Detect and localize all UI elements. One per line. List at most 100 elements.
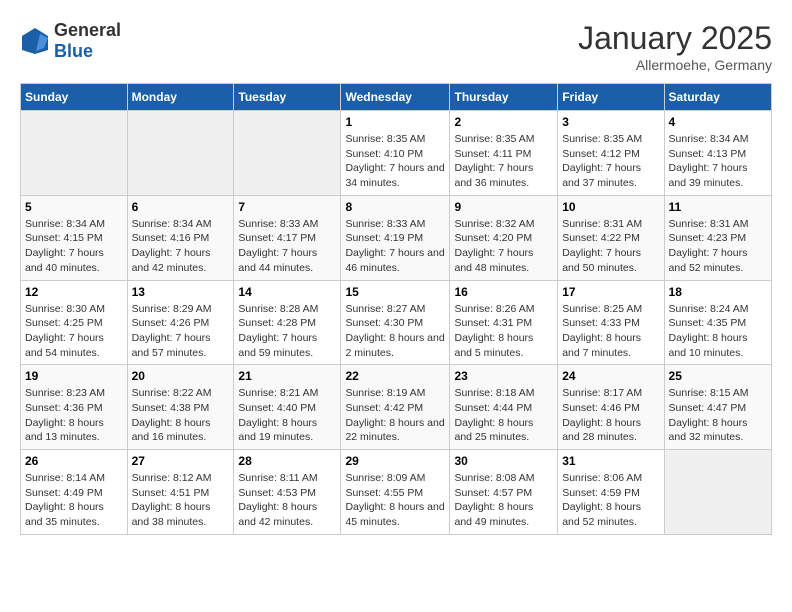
day-number: 2 bbox=[454, 115, 553, 129]
day-info: Sunrise: 8:09 AMSunset: 4:55 PMDaylight:… bbox=[345, 471, 445, 530]
logo-blue: Blue bbox=[54, 41, 93, 61]
day-info: Sunrise: 8:25 AMSunset: 4:33 PMDaylight:… bbox=[562, 302, 659, 361]
day-number: 27 bbox=[132, 454, 230, 468]
day-number: 18 bbox=[669, 285, 767, 299]
calendar-cell: 29 Sunrise: 8:09 AMSunset: 4:55 PMDayligh… bbox=[341, 450, 450, 535]
calendar-cell bbox=[664, 450, 771, 535]
day-number: 13 bbox=[132, 285, 230, 299]
calendar-cell: 12 Sunrise: 8:30 AMSunset: 4:25 PMDayligh… bbox=[21, 280, 128, 365]
day-info: Sunrise: 8:26 AMSunset: 4:31 PMDaylight:… bbox=[454, 302, 553, 361]
calendar-cell: 13 Sunrise: 8:29 AMSunset: 4:26 PMDayligh… bbox=[127, 280, 234, 365]
calendar-cell: 19 Sunrise: 8:23 AMSunset: 4:36 PMDayligh… bbox=[21, 365, 128, 450]
title-block: January 2025 Allermoehe, Germany bbox=[578, 20, 772, 73]
calendar-cell: 18 Sunrise: 8:24 AMSunset: 4:35 PMDayligh… bbox=[664, 280, 771, 365]
calendar-table: SundayMondayTuesdayWednesdayThursdayFrid… bbox=[20, 83, 772, 535]
day-number: 22 bbox=[345, 369, 445, 383]
calendar-cell: 23 Sunrise: 8:18 AMSunset: 4:44 PMDayligh… bbox=[450, 365, 558, 450]
day-info: Sunrise: 8:34 AMSunset: 4:16 PMDaylight:… bbox=[132, 217, 230, 276]
calendar-week-row: 1 Sunrise: 8:35 AMSunset: 4:10 PMDaylight… bbox=[21, 111, 772, 196]
location-subtitle: Allermoehe, Germany bbox=[578, 57, 772, 73]
calendar-cell: 9 Sunrise: 8:32 AMSunset: 4:20 PMDaylight… bbox=[450, 195, 558, 280]
day-number: 23 bbox=[454, 369, 553, 383]
calendar-cell bbox=[21, 111, 128, 196]
day-number: 17 bbox=[562, 285, 659, 299]
calendar-cell: 10Sunrise: 8:31 AMSunset: 4:22 PMDayligh… bbox=[558, 195, 664, 280]
calendar-cell: 11 Sunrise: 8:31 AMSunset: 4:23 PMDayligh… bbox=[664, 195, 771, 280]
day-info: Sunrise: 8:18 AMSunset: 4:44 PMDaylight:… bbox=[454, 386, 553, 445]
page-header: General Blue January 2025 Allermoehe, Ge… bbox=[20, 20, 772, 73]
day-number: 6 bbox=[132, 200, 230, 214]
calendar-cell: 8 Sunrise: 8:33 AMSunset: 4:19 PMDaylight… bbox=[341, 195, 450, 280]
calendar-cell: 17 Sunrise: 8:25 AMSunset: 4:33 PMDayligh… bbox=[558, 280, 664, 365]
day-info: Sunrise: 8:19 AMSunset: 4:42 PMDaylight:… bbox=[345, 386, 445, 445]
weekday-header: Friday bbox=[558, 84, 664, 111]
day-number: 28 bbox=[238, 454, 336, 468]
day-number: 29 bbox=[345, 454, 445, 468]
calendar-cell: 16 Sunrise: 8:26 AMSunset: 4:31 PMDayligh… bbox=[450, 280, 558, 365]
day-info: Sunrise: 8:34 AMSunset: 4:15 PMDaylight:… bbox=[25, 217, 123, 276]
calendar-week-row: 12 Sunrise: 8:30 AMSunset: 4:25 PMDayligh… bbox=[21, 280, 772, 365]
weekday-header: Thursday bbox=[450, 84, 558, 111]
day-number: 7 bbox=[238, 200, 336, 214]
day-info: Sunrise: 8:27 AMSunset: 4:30 PMDaylight:… bbox=[345, 302, 445, 361]
day-info: Sunrise: 8:14 AMSunset: 4:49 PMDaylight:… bbox=[25, 471, 123, 530]
logo: General Blue bbox=[20, 20, 121, 62]
day-info: Sunrise: 8:33 AMSunset: 4:19 PMDaylight:… bbox=[345, 217, 445, 276]
day-info: Sunrise: 8:30 AMSunset: 4:25 PMDaylight:… bbox=[25, 302, 123, 361]
day-number: 11 bbox=[669, 200, 767, 214]
day-info: Sunrise: 8:08 AMSunset: 4:57 PMDaylight:… bbox=[454, 471, 553, 530]
day-info: Sunrise: 8:35 AMSunset: 4:12 PMDaylight:… bbox=[562, 132, 659, 191]
day-info: Sunrise: 8:29 AMSunset: 4:26 PMDaylight:… bbox=[132, 302, 230, 361]
calendar-header-row: SundayMondayTuesdayWednesdayThursdayFrid… bbox=[21, 84, 772, 111]
day-info: Sunrise: 8:31 AMSunset: 4:23 PMDaylight:… bbox=[669, 217, 767, 276]
day-number: 31 bbox=[562, 454, 659, 468]
day-number: 26 bbox=[25, 454, 123, 468]
day-info: Sunrise: 8:32 AMSunset: 4:20 PMDaylight:… bbox=[454, 217, 553, 276]
day-info: Sunrise: 8:23 AMSunset: 4:36 PMDaylight:… bbox=[25, 386, 123, 445]
day-info: Sunrise: 8:06 AMSunset: 4:59 PMDaylight:… bbox=[562, 471, 659, 530]
weekday-header: Monday bbox=[127, 84, 234, 111]
weekday-header: Saturday bbox=[664, 84, 771, 111]
day-info: Sunrise: 8:24 AMSunset: 4:35 PMDaylight:… bbox=[669, 302, 767, 361]
day-number: 24 bbox=[562, 369, 659, 383]
day-info: Sunrise: 8:17 AMSunset: 4:46 PMDaylight:… bbox=[562, 386, 659, 445]
calendar-cell: 1 Sunrise: 8:35 AMSunset: 4:10 PMDaylight… bbox=[341, 111, 450, 196]
calendar-cell: 2 Sunrise: 8:35 AMSunset: 4:11 PMDaylight… bbox=[450, 111, 558, 196]
day-info: Sunrise: 8:35 AMSunset: 4:11 PMDaylight:… bbox=[454, 132, 553, 191]
day-number: 3 bbox=[562, 115, 659, 129]
day-info: Sunrise: 8:15 AMSunset: 4:47 PMDaylight:… bbox=[669, 386, 767, 445]
day-number: 30 bbox=[454, 454, 553, 468]
calendar-cell: 30 Sunrise: 8:08 AMSunset: 4:57 PMDayligh… bbox=[450, 450, 558, 535]
logo-general: General bbox=[54, 20, 121, 40]
calendar-cell: 7Sunrise: 8:33 AMSunset: 4:17 PMDaylight… bbox=[234, 195, 341, 280]
day-info: Sunrise: 8:35 AMSunset: 4:10 PMDaylight:… bbox=[345, 132, 445, 191]
calendar-cell bbox=[127, 111, 234, 196]
day-info: Sunrise: 8:34 AMSunset: 4:13 PMDaylight:… bbox=[669, 132, 767, 191]
day-info: Sunrise: 8:28 AMSunset: 4:28 PMDaylight:… bbox=[238, 302, 336, 361]
day-number: 9 bbox=[454, 200, 553, 214]
day-number: 14 bbox=[238, 285, 336, 299]
calendar-cell: 6 Sunrise: 8:34 AMSunset: 4:16 PMDaylight… bbox=[127, 195, 234, 280]
day-number: 12 bbox=[25, 285, 123, 299]
day-number: 1 bbox=[345, 115, 445, 129]
day-number: 20 bbox=[132, 369, 230, 383]
day-info: Sunrise: 8:11 AMSunset: 4:53 PMDaylight:… bbox=[238, 471, 336, 530]
calendar-cell: 20 Sunrise: 8:22 AMSunset: 4:38 PMDayligh… bbox=[127, 365, 234, 450]
day-info: Sunrise: 8:21 AMSunset: 4:40 PMDaylight:… bbox=[238, 386, 336, 445]
calendar-cell: 4 Sunrise: 8:34 AMSunset: 4:13 PMDaylight… bbox=[664, 111, 771, 196]
day-number: 25 bbox=[669, 369, 767, 383]
day-number: 4 bbox=[669, 115, 767, 129]
day-info: Sunrise: 8:22 AMSunset: 4:38 PMDaylight:… bbox=[132, 386, 230, 445]
calendar-cell: 24 Sunrise: 8:17 AMSunset: 4:46 PMDayligh… bbox=[558, 365, 664, 450]
calendar-cell: 22 Sunrise: 8:19 AMSunset: 4:42 PMDayligh… bbox=[341, 365, 450, 450]
day-number: 16 bbox=[454, 285, 553, 299]
calendar-cell: 25 Sunrise: 8:15 AMSunset: 4:47 PMDayligh… bbox=[664, 365, 771, 450]
day-number: 8 bbox=[345, 200, 445, 214]
weekday-header: Tuesday bbox=[234, 84, 341, 111]
calendar-week-row: 26 Sunrise: 8:14 AMSunset: 4:49 PMDayligh… bbox=[21, 450, 772, 535]
calendar-cell: 26 Sunrise: 8:14 AMSunset: 4:49 PMDayligh… bbox=[21, 450, 128, 535]
day-number: 19 bbox=[25, 369, 123, 383]
calendar-cell: 3 Sunrise: 8:35 AMSunset: 4:12 PMDaylight… bbox=[558, 111, 664, 196]
weekday-header: Wednesday bbox=[341, 84, 450, 111]
calendar-cell: 15Sunrise: 8:27 AMSunset: 4:30 PMDayligh… bbox=[341, 280, 450, 365]
